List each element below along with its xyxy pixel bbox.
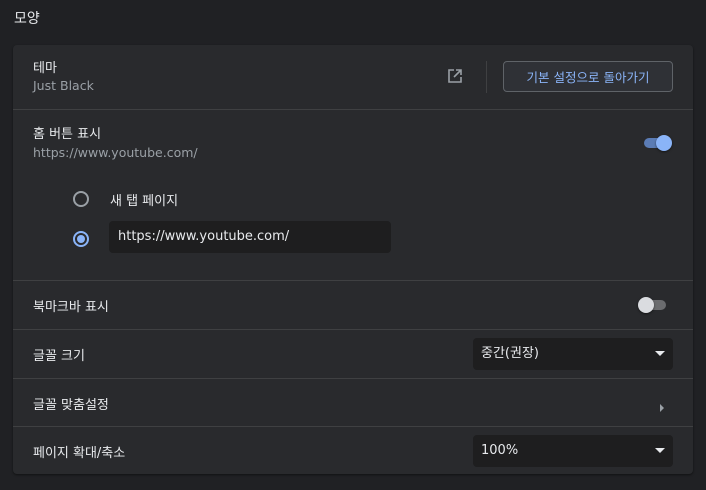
radio-new-tab[interactable]	[73, 191, 89, 207]
toggle-knob	[638, 297, 654, 313]
page-zoom-select[interactable]: 100%	[473, 435, 673, 467]
customize-fonts-row[interactable]: 글꼴 맞춤설정	[13, 378, 693, 426]
bookmarks-bar-row: 북마크바 표시	[13, 280, 693, 329]
home-button-label: 홈 버튼 표시	[33, 127, 102, 142]
vertical-divider	[486, 61, 487, 93]
page-zoom-value: 100%	[481, 443, 519, 458]
customize-fonts-label: 글꼴 맞춤설정	[33, 398, 109, 413]
theme-label: 테마	[33, 61, 57, 76]
open-external-icon[interactable]	[447, 68, 463, 84]
font-size-select[interactable]: 중간(권장)	[473, 338, 673, 370]
dropdown-arrow-icon	[655, 351, 665, 356]
home-button-toggle[interactable]	[642, 135, 672, 151]
font-size-label: 글꼴 크기	[33, 349, 85, 364]
font-size-value: 중간(권장)	[481, 346, 539, 361]
font-size-row: 글꼴 크기 중간(권장)	[13, 329, 693, 378]
home-button-url: https://www.youtube.com/	[33, 145, 198, 160]
radio-new-tab-label: 새 탭 페이지	[110, 194, 179, 209]
reset-theme-button[interactable]: 기본 설정으로 돌아가기	[503, 61, 673, 92]
appearance-card: 테마 Just Black 기본 설정으로 돌아가기 홈 버튼 표시 https…	[13, 45, 693, 474]
bookmarks-bar-toggle[interactable]	[638, 297, 668, 313]
radio-custom-url[interactable]	[73, 231, 89, 247]
chevron-right-icon	[658, 398, 666, 412]
toggle-knob	[656, 135, 672, 151]
dropdown-arrow-icon	[655, 448, 665, 453]
home-url-input[interactable]	[109, 221, 391, 253]
theme-row: 테마 Just Black 기본 설정으로 돌아가기	[13, 45, 693, 109]
page-zoom-label: 페이지 확대/축소	[33, 446, 126, 461]
section-title: 모양	[14, 11, 40, 27]
page-zoom-row: 페이지 확대/축소 100%	[13, 426, 693, 474]
bookmarks-bar-label: 북마크바 표시	[33, 300, 109, 315]
home-button-row: 홈 버튼 표시 https://www.youtube.com/ 새 탭 페이지	[13, 109, 693, 280]
theme-value: Just Black	[33, 78, 94, 93]
